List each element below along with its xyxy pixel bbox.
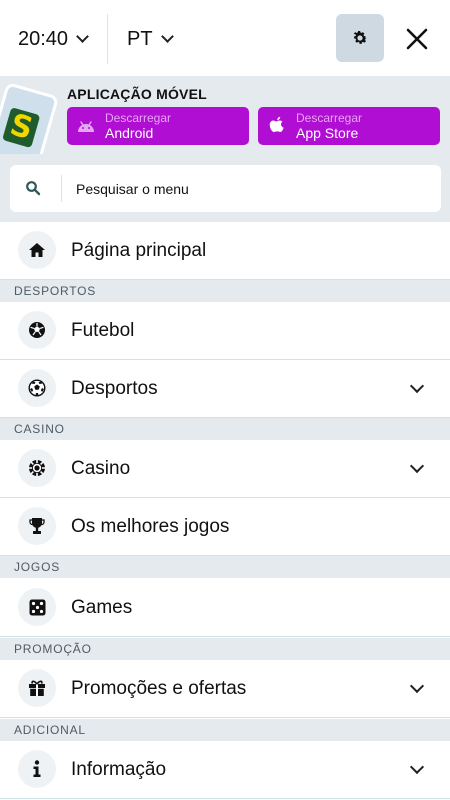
menu-item-home[interactable]: Página principal	[0, 222, 450, 280]
football-icon-circle	[18, 311, 56, 349]
menu-item-promotions[interactable]: Promoções e ofertas	[0, 660, 450, 718]
gear-icon	[353, 30, 368, 44]
apple-icon	[258, 116, 296, 136]
info-icon-circle	[18, 750, 56, 788]
banner-title: APLICAÇÃO MÓVEL	[67, 86, 207, 102]
time-selector[interactable]: 20:40	[18, 20, 89, 58]
android-bottom-label: Android	[105, 124, 154, 141]
menu-item-label: Games	[71, 596, 133, 618]
gift-icon	[29, 680, 45, 696]
chevron-down-icon	[76, 29, 89, 43]
menu-item-label: Informação	[71, 758, 167, 780]
menu-item-info[interactable]: Informação	[0, 741, 450, 799]
games-icon-circle	[18, 588, 56, 626]
language-value: PT	[127, 27, 153, 50]
top-bar: 20:40 PT	[0, 0, 450, 76]
close-icon	[406, 28, 428, 50]
section-header-casino: CASINO	[0, 418, 450, 440]
app-store-download-button[interactable]: Descarregar App Store	[258, 107, 440, 145]
section-header-additional: ADICIONAL	[0, 719, 450, 741]
close-button[interactable]	[400, 22, 434, 56]
menu-item-label: Casino	[71, 457, 131, 479]
search-box	[10, 165, 441, 212]
menu-item-label: Página principal	[71, 239, 207, 261]
android-top-label: Descarregar	[105, 110, 172, 125]
chevron-down-icon	[409, 678, 425, 694]
top-games-icon-circle	[18, 507, 56, 545]
time-value: 20:40	[18, 27, 69, 50]
menu-item-label: Futebol	[71, 319, 135, 341]
search-divider	[61, 175, 62, 202]
menu-item-label: Promoções e ofertas	[71, 677, 247, 699]
divider	[107, 14, 108, 64]
app-download-banner: S APLICAÇÃO MÓVEL Descarregar Android De…	[0, 76, 450, 154]
dice-icon	[29, 599, 45, 615]
info-icon	[33, 760, 41, 777]
section-header-sports: DESPORTOS	[0, 280, 450, 302]
app-logo: S	[2, 107, 41, 149]
menu-item-casino[interactable]: Casino	[0, 440, 450, 498]
soccer-ball-icon	[29, 322, 45, 338]
home-icon-circle	[18, 231, 56, 269]
home-icon	[29, 243, 45, 257]
search-icon	[26, 181, 41, 196]
menu-item-football[interactable]: Futebol	[0, 302, 450, 360]
search-input[interactable]	[76, 177, 416, 201]
chevron-down-icon	[409, 458, 425, 474]
ios-bottom-label: App Store	[296, 124, 359, 141]
promotions-icon-circle	[18, 669, 56, 707]
chip-icon	[29, 460, 45, 476]
section-header-promo: PROMOÇÃO	[0, 638, 450, 660]
android-download-button[interactable]: Descarregar Android	[67, 107, 249, 145]
menu-item-games[interactable]: Games	[0, 579, 450, 637]
trophy-icon	[29, 518, 45, 534]
menu-item-top-games[interactable]: Os melhores jogos	[0, 498, 450, 556]
ios-top-label: Descarregar	[296, 110, 363, 125]
phone-illustration: S	[0, 81, 60, 154]
menu-item-label: Os melhores jogos	[71, 515, 230, 537]
soccer-ball-icon	[28, 379, 46, 397]
section-header-games: JOGOS	[0, 556, 450, 578]
sports-icon-circle	[18, 369, 56, 407]
chevron-down-icon	[409, 378, 425, 394]
android-icon	[67, 118, 105, 134]
language-selector[interactable]: PT	[127, 20, 174, 58]
search-area	[0, 154, 450, 222]
casino-icon-circle	[18, 449, 56, 487]
chevron-down-icon	[160, 29, 174, 43]
menu-item-label: Desportos	[71, 377, 158, 399]
menu-item-sports[interactable]: Desportos	[0, 360, 450, 418]
settings-button[interactable]	[336, 14, 384, 62]
chevron-down-icon	[409, 759, 425, 775]
